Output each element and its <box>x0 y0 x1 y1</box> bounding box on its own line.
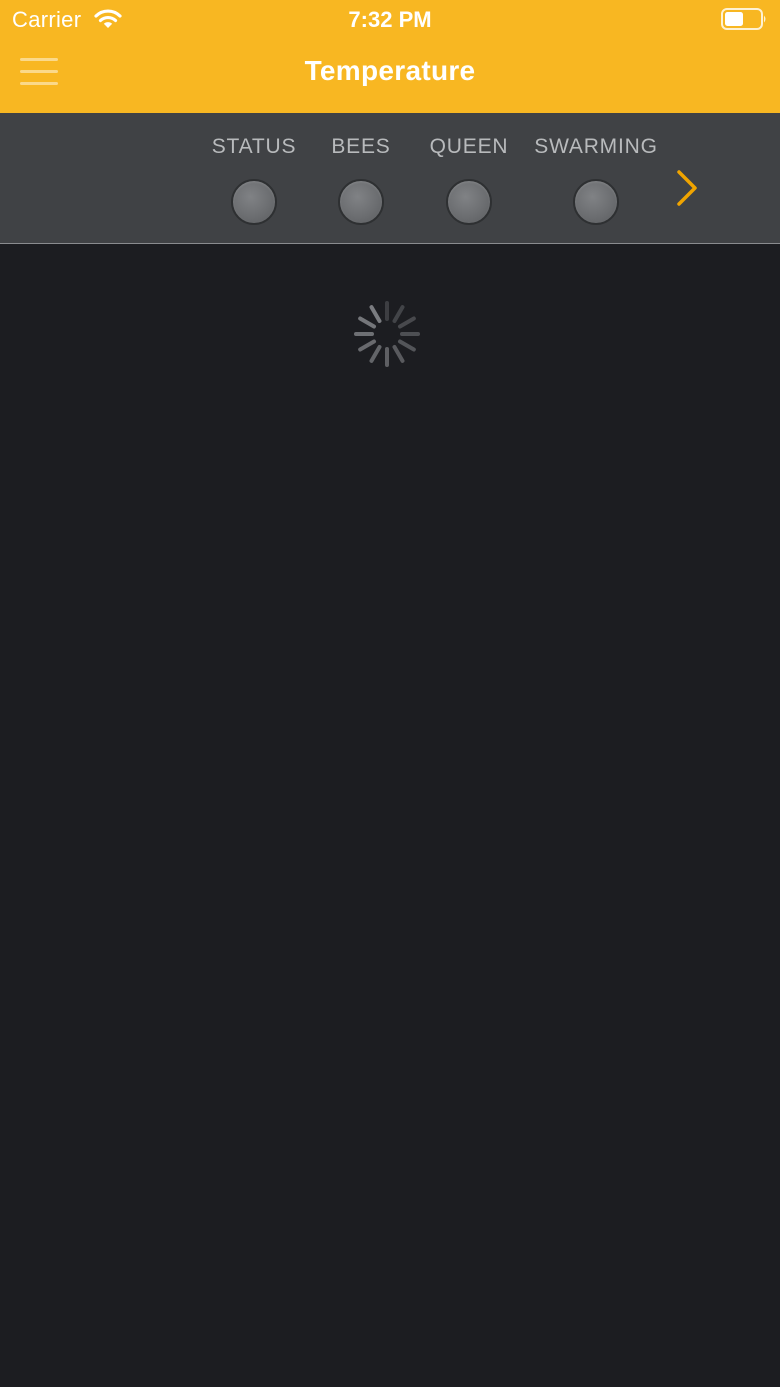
content-area <box>0 245 780 1387</box>
status-indicator-dot <box>231 179 277 225</box>
chevron-right-icon[interactable] <box>672 168 702 208</box>
page-title: Temperature <box>304 55 476 86</box>
status-bar: Carrier 7:32 PM <box>0 0 780 40</box>
tab-queen[interactable]: QUEEN <box>404 133 534 227</box>
status-tabs-bar: STATUS BEES QUEEN SWARMING <box>0 113 780 244</box>
status-time: 7:32 PM <box>348 7 432 32</box>
battery-icon <box>721 8 766 30</box>
status-indicator-dot <box>446 179 492 225</box>
tab-swarming[interactable]: SWARMING <box>531 133 661 227</box>
top-bar: Carrier 7:32 PM Temperature <box>0 0 780 113</box>
spinner-icon <box>354 301 420 367</box>
navigation-bar: Temperature <box>0 40 780 113</box>
status-indicator-dot <box>338 179 384 225</box>
tab-label: QUEEN <box>429 135 509 158</box>
status-indicator-dot <box>573 179 619 225</box>
tab-label: SWARMING <box>534 135 658 158</box>
